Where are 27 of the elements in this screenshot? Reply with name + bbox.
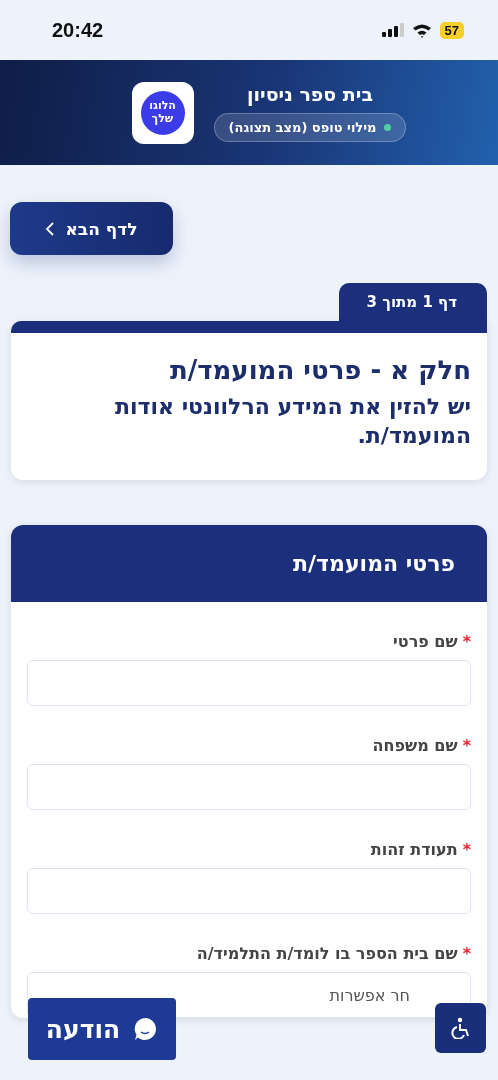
notice-button[interactable]: הודעה — [28, 998, 176, 1060]
accessibility-icon[interactable] — [435, 1003, 486, 1053]
mode-badge: מילוי טופס (מצב תצוגה) — [213, 113, 407, 142]
section-title: חלק א - פרטי המועמד/ת — [169, 355, 471, 385]
required-mark: * — [462, 944, 471, 964]
chevron-left-icon — [45, 220, 56, 237]
required-mark: * — [462, 840, 471, 860]
input-field[interactable] — [27, 868, 471, 915]
status-time: 20:42 — [52, 18, 104, 42]
section-description: יש להזין את המידע הרלוונטי אודות המועמד/ת. — [113, 393, 471, 450]
field-label: שם בית הספר בו לומד/ת התלמיד/ה — [196, 944, 458, 964]
field-label: שם משפחה — [372, 736, 458, 756]
wifi-icon — [411, 22, 432, 38]
battery-icon: 57 — [439, 21, 464, 39]
input-field[interactable] — [27, 660, 471, 707]
input-field[interactable] — [27, 764, 471, 811]
field-label: תעודת זהות — [370, 840, 458, 860]
field-label: שם פרטי — [393, 632, 458, 652]
logo: הלוגו שלך — [131, 81, 194, 144]
page-indicator: דף 1 מתוך 3 — [338, 283, 487, 321]
required-mark: * — [462, 736, 471, 756]
signal-icon — [381, 23, 404, 37]
next-page-button[interactable]: לדף הבא — [10, 202, 173, 255]
form-header: פרטי המועמד/ת — [11, 525, 487, 603]
required-mark: * — [462, 632, 471, 652]
chat-bubble-icon — [132, 1016, 159, 1042]
school-name: בית ספר ניסיון — [247, 83, 373, 105]
